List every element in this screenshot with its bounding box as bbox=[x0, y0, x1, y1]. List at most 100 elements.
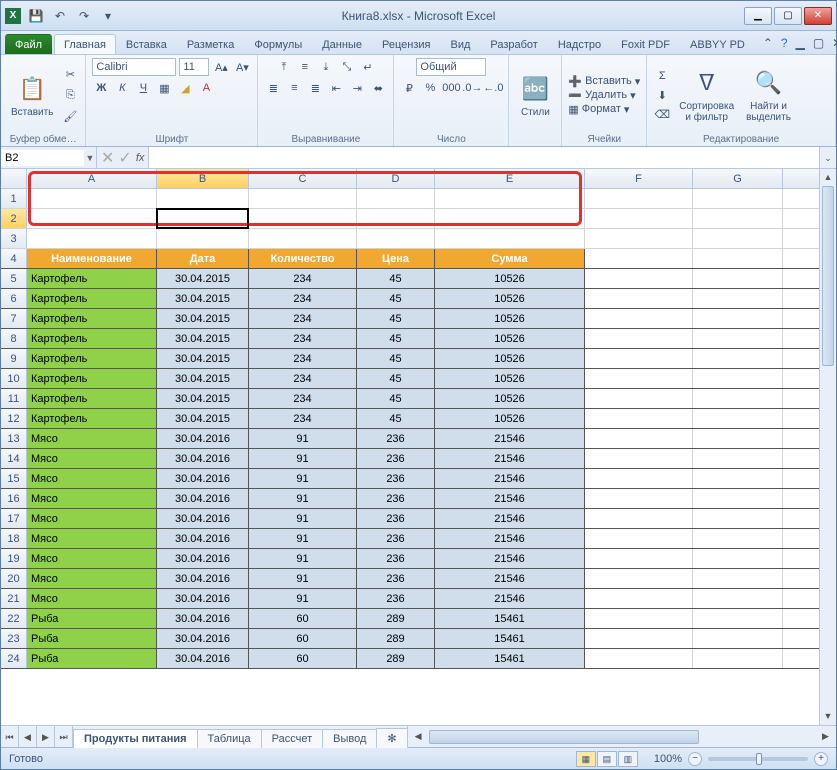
cell-empty[interactable] bbox=[693, 489, 783, 508]
cell-data[interactable]: 21546 bbox=[435, 429, 585, 448]
cell-empty[interactable] bbox=[585, 329, 693, 348]
sheet-next-icon[interactable]: ▶ bbox=[37, 726, 55, 747]
col-header-e[interactable]: E bbox=[435, 169, 585, 188]
tab-home[interactable]: Главная bbox=[54, 34, 116, 54]
scroll-down-icon[interactable]: ▼ bbox=[820, 708, 836, 725]
cell-empty[interactable] bbox=[693, 629, 783, 648]
cell-data[interactable]: 234 bbox=[249, 349, 357, 368]
cell-data[interactable]: 15461 bbox=[435, 609, 585, 628]
row-header-5[interactable]: 5 bbox=[1, 269, 27, 288]
cell-data[interactable]: 30.04.2016 bbox=[157, 489, 249, 508]
cell-empty[interactable] bbox=[693, 429, 783, 448]
cell-E3[interactable] bbox=[435, 229, 585, 248]
col-header-a[interactable]: A bbox=[27, 169, 157, 188]
cell-data[interactable]: 91 bbox=[249, 529, 357, 548]
cell-data[interactable]: 236 bbox=[357, 509, 435, 528]
row-header-6[interactable]: 6 bbox=[1, 289, 27, 308]
cell-name[interactable]: Мясо bbox=[27, 549, 157, 568]
sheet-tab-3[interactable]: Вывод bbox=[322, 729, 377, 748]
row-header-19[interactable]: 19 bbox=[1, 549, 27, 568]
cell-data[interactable]: 45 bbox=[357, 369, 435, 388]
cell-data[interactable]: 91 bbox=[249, 549, 357, 568]
tab-review[interactable]: Рецензия bbox=[372, 34, 441, 54]
indent-dec-icon[interactable]: ⇤ bbox=[327, 79, 345, 97]
row-header-7[interactable]: 7 bbox=[1, 309, 27, 328]
cell-empty[interactable] bbox=[585, 569, 693, 588]
cell-F2[interactable] bbox=[585, 209, 693, 228]
undo-icon[interactable]: ↶ bbox=[51, 7, 69, 25]
align-right-icon[interactable]: ≣ bbox=[306, 79, 324, 97]
autosum-icon[interactable]: Σ bbox=[653, 67, 671, 85]
cell-data[interactable]: 30.04.2015 bbox=[157, 389, 249, 408]
dec-decimal-icon[interactable]: ←.0 bbox=[484, 79, 502, 97]
cell-data[interactable]: 10526 bbox=[435, 329, 585, 348]
clear-icon[interactable]: ⌫ bbox=[653, 105, 671, 123]
inc-decimal-icon[interactable]: .0→ bbox=[463, 79, 481, 97]
cell-data[interactable]: 91 bbox=[249, 489, 357, 508]
zoom-value[interactable]: 100% bbox=[654, 753, 682, 765]
header-cell-3[interactable]: Цена bbox=[357, 249, 435, 268]
row-header-22[interactable]: 22 bbox=[1, 609, 27, 628]
cell-E1[interactable] bbox=[435, 189, 585, 208]
cell-data[interactable]: 45 bbox=[357, 409, 435, 428]
enter-formula-icon[interactable]: ✓ bbox=[118, 148, 131, 168]
tab-abbyy[interactable]: ABBYY PD bbox=[680, 34, 755, 54]
cell-data[interactable]: 234 bbox=[249, 389, 357, 408]
cell-data[interactable]: 30.04.2016 bbox=[157, 649, 249, 668]
cell-data[interactable]: 30.04.2016 bbox=[157, 569, 249, 588]
cell-name[interactable]: Рыба bbox=[27, 649, 157, 668]
minimize-ribbon-icon[interactable]: ⌃ bbox=[763, 36, 773, 50]
cell-empty[interactable] bbox=[693, 529, 783, 548]
cell-data[interactable]: 91 bbox=[249, 469, 357, 488]
cell-D2[interactable] bbox=[357, 209, 435, 228]
comma-icon[interactable]: 000 bbox=[442, 79, 460, 97]
cell-empty[interactable] bbox=[693, 289, 783, 308]
qat-dropdown-icon[interactable]: ▾ bbox=[99, 7, 117, 25]
row-header-10[interactable]: 10 bbox=[1, 369, 27, 388]
doc-close-icon[interactable]: ✕ bbox=[832, 36, 837, 50]
row-header-23[interactable]: 23 bbox=[1, 629, 27, 648]
view-pagebreak-icon[interactable]: ▥ bbox=[618, 751, 638, 767]
cell-data[interactable]: 91 bbox=[249, 589, 357, 608]
tab-insert[interactable]: Вставка bbox=[116, 34, 177, 54]
fx-icon[interactable]: fx bbox=[136, 152, 145, 164]
underline-button[interactable]: Ч bbox=[134, 79, 152, 97]
cell-empty[interactable] bbox=[693, 649, 783, 668]
header-cell-2[interactable]: Количество bbox=[249, 249, 357, 268]
font-size-combo[interactable]: 11 bbox=[179, 58, 209, 76]
tab-layout[interactable]: Разметка bbox=[177, 34, 245, 54]
number-format-combo[interactable]: Общий bbox=[416, 58, 486, 76]
row-header-13[interactable]: 13 bbox=[1, 429, 27, 448]
zoom-out-icon[interactable]: − bbox=[688, 752, 702, 766]
cut-icon[interactable]: ✂ bbox=[61, 65, 79, 83]
cell-A2[interactable] bbox=[27, 209, 157, 228]
vscroll-track[interactable] bbox=[820, 186, 836, 708]
cell-data[interactable]: 236 bbox=[357, 569, 435, 588]
percent-icon[interactable]: % bbox=[421, 79, 439, 97]
row-header-16[interactable]: 16 bbox=[1, 489, 27, 508]
tab-view[interactable]: Вид bbox=[440, 34, 480, 54]
cancel-formula-icon[interactable]: ✕ bbox=[101, 148, 114, 168]
sheet-last-icon[interactable]: ⏭ bbox=[55, 726, 73, 747]
orientation-icon[interactable]: ⤡ bbox=[338, 58, 356, 76]
cell-data[interactable]: 10526 bbox=[435, 309, 585, 328]
cell-data[interactable]: 10526 bbox=[435, 409, 585, 428]
cell-data[interactable]: 21546 bbox=[435, 489, 585, 508]
cell-data[interactable]: 30.04.2016 bbox=[157, 469, 249, 488]
hscroll-track[interactable] bbox=[429, 730, 815, 744]
cell-empty[interactable] bbox=[693, 349, 783, 368]
cell-data[interactable]: 30.04.2015 bbox=[157, 349, 249, 368]
cell-empty[interactable] bbox=[693, 589, 783, 608]
cell-data[interactable]: 234 bbox=[249, 289, 357, 308]
cell-data[interactable]: 45 bbox=[357, 269, 435, 288]
tab-developer[interactable]: Разработ bbox=[480, 34, 547, 54]
cell-data[interactable]: 30.04.2016 bbox=[157, 449, 249, 468]
cell-F4[interactable] bbox=[585, 249, 693, 268]
zoom-slider[interactable] bbox=[708, 757, 808, 761]
cell-data[interactable]: 21546 bbox=[435, 589, 585, 608]
cell-name[interactable]: Мясо bbox=[27, 489, 157, 508]
align-center-icon[interactable]: ≡ bbox=[285, 79, 303, 97]
row-header-20[interactable]: 20 bbox=[1, 569, 27, 588]
merge-icon[interactable]: ⬌ bbox=[369, 79, 387, 97]
find-select-button[interactable]: 🔍 Найти и выделить bbox=[742, 65, 795, 125]
